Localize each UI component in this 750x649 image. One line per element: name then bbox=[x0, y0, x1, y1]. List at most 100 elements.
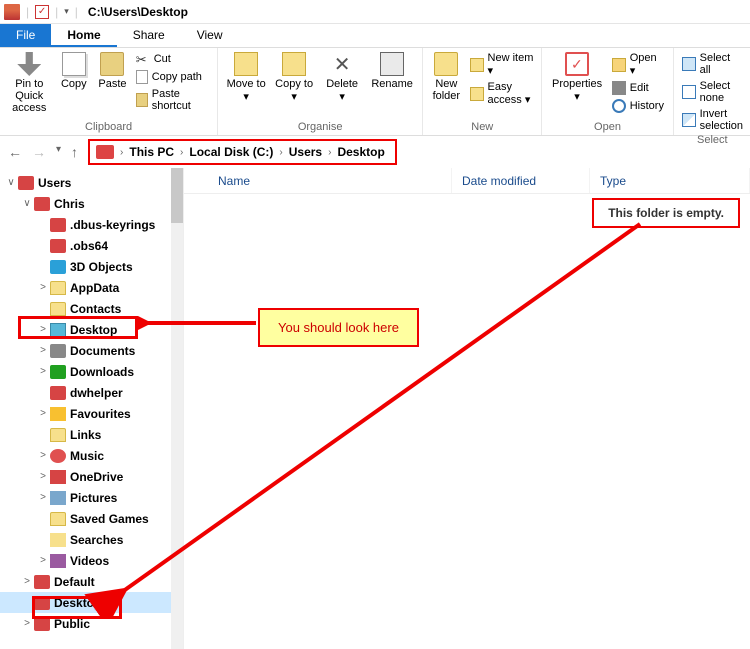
chevron-icon[interactable]: > bbox=[36, 471, 50, 482]
copy-to-button[interactable]: Copy to ▾ bbox=[274, 52, 314, 103]
new-item-label: New item ▾ bbox=[488, 52, 534, 77]
tree-item-label: OneDrive bbox=[70, 470, 123, 484]
tree-item[interactable]: >Downloads bbox=[0, 361, 171, 382]
new-item-button[interactable]: New item ▾ bbox=[470, 52, 534, 77]
tree-item[interactable]: > OneDrive bbox=[0, 466, 171, 487]
pin-to-quick-access-button[interactable]: Pin to Quick access bbox=[8, 52, 51, 114]
select-none-button[interactable]: Select none bbox=[682, 80, 743, 104]
tree-item[interactable]: Searches bbox=[0, 529, 171, 550]
tree-item[interactable]: >Videos bbox=[0, 550, 171, 571]
tree-item[interactable]: .dbus-keyrings bbox=[0, 214, 171, 235]
tree-item-label: .obs64 bbox=[70, 239, 108, 253]
tree-item[interactable]: Links bbox=[0, 424, 171, 445]
copy-label: Copy bbox=[61, 78, 87, 90]
easy-access-button[interactable]: Easy access ▾ bbox=[470, 81, 534, 106]
folder-icon bbox=[50, 491, 66, 505]
paste-shortcut-button[interactable]: Paste shortcut bbox=[136, 88, 209, 112]
tree-item[interactable]: 3D Objects bbox=[0, 256, 171, 277]
cut-label: Cut bbox=[154, 53, 171, 65]
scrollbar-track[interactable] bbox=[171, 168, 183, 649]
paste-button[interactable]: Paste bbox=[97, 52, 128, 90]
edit-button[interactable]: Edit bbox=[612, 81, 665, 95]
open-button[interactable]: Open ▾ bbox=[612, 52, 665, 77]
chevron-icon[interactable]: > bbox=[36, 450, 50, 461]
tree-item[interactable]: ∨Users bbox=[0, 172, 171, 193]
forward-button[interactable]: → bbox=[32, 144, 46, 160]
chevron-right-icon[interactable]: › bbox=[120, 147, 123, 158]
easy-access-icon bbox=[470, 87, 484, 101]
qat-dropdown-icon[interactable]: ▾ bbox=[64, 6, 69, 17]
tree-item[interactable]: >Desktop bbox=[0, 319, 171, 340]
tree-item[interactable]: >Pictures bbox=[0, 487, 171, 508]
tab-home[interactable]: Home bbox=[51, 24, 116, 47]
copy-path-button[interactable]: Copy path bbox=[136, 70, 209, 84]
rename-icon bbox=[380, 52, 404, 76]
cut-button[interactable]: ✂ Cut bbox=[136, 52, 209, 66]
tree-item[interactable]: >Favourites bbox=[0, 403, 171, 424]
tab-file[interactable]: File bbox=[0, 24, 51, 47]
chevron-right-icon[interactable]: › bbox=[180, 147, 183, 158]
chevron-icon[interactable]: > bbox=[36, 366, 50, 377]
chevron-icon[interactable]: > bbox=[36, 282, 50, 293]
crumb-desktop[interactable]: Desktop bbox=[337, 145, 384, 159]
open-icon bbox=[612, 58, 626, 72]
tree-item[interactable]: .obs64 bbox=[0, 235, 171, 256]
group-select: Select all Select none Invert selection … bbox=[674, 48, 750, 135]
rename-button[interactable]: Rename bbox=[370, 52, 414, 90]
properties-button[interactable]: Properties ▾ bbox=[550, 52, 603, 103]
folder-icon bbox=[50, 470, 66, 484]
folder-icon bbox=[34, 596, 50, 610]
crumb-users[interactable]: Users bbox=[289, 145, 322, 159]
tree-item[interactable]: dwhelper bbox=[0, 382, 171, 403]
column-name[interactable]: Name bbox=[184, 168, 452, 193]
tree-item[interactable]: > AppData bbox=[0, 277, 171, 298]
new-folder-button[interactable]: New folder bbox=[431, 52, 461, 102]
chevron-icon[interactable]: ∨ bbox=[20, 198, 34, 209]
qat-check-icon[interactable]: ✓ bbox=[35, 5, 49, 19]
tree-item[interactable]: >Public bbox=[0, 613, 171, 634]
tree-item[interactable]: Saved Games bbox=[0, 508, 171, 529]
delete-button[interactable]: ✕ Delete ▾ bbox=[322, 52, 362, 103]
folder-icon bbox=[50, 512, 66, 526]
tree-item[interactable]: >Default bbox=[0, 571, 171, 592]
chevron-icon[interactable]: > bbox=[20, 618, 34, 629]
recent-locations-button[interactable]: ▾ bbox=[56, 144, 61, 160]
chevron-icon[interactable]: ∨ bbox=[4, 177, 18, 188]
column-date-modified[interactable]: Date modified bbox=[452, 168, 590, 193]
chevron-icon[interactable]: > bbox=[36, 555, 50, 566]
tree-item-label: AppData bbox=[70, 281, 119, 295]
tree-item[interactable]: Contacts bbox=[0, 298, 171, 319]
chevron-icon[interactable]: > bbox=[20, 576, 34, 587]
tab-share[interactable]: Share bbox=[117, 24, 181, 47]
tree-item[interactable]: >Documents bbox=[0, 340, 171, 361]
move-to-button[interactable]: Move to ▾ bbox=[226, 52, 266, 103]
tree-item[interactable]: Desktop bbox=[0, 592, 171, 613]
address-bar[interactable]: › This PC › Local Disk (C:) › Users › De… bbox=[88, 139, 397, 165]
chevron-icon[interactable]: > bbox=[36, 324, 50, 335]
scrollbar-thumb[interactable] bbox=[171, 168, 183, 223]
up-button[interactable]: ↑ bbox=[71, 144, 78, 160]
content-pane: Name Date modified Type This folder is e… bbox=[184, 168, 750, 649]
open-label: Open ▾ bbox=[630, 52, 665, 77]
invert-selection-button[interactable]: Invert selection bbox=[682, 108, 743, 132]
copy-button[interactable]: Copy bbox=[59, 52, 90, 90]
folder-icon bbox=[50, 344, 66, 358]
crumb-local-disk[interactable]: Local Disk (C:) bbox=[189, 145, 273, 159]
chevron-icon[interactable]: > bbox=[36, 492, 50, 503]
crumb-this-pc[interactable]: This PC bbox=[129, 145, 174, 159]
invert-selection-label: Invert selection bbox=[700, 108, 743, 132]
delete-label: Delete ▾ bbox=[322, 78, 362, 103]
tab-view[interactable]: View bbox=[181, 24, 239, 47]
column-type[interactable]: Type bbox=[590, 168, 750, 193]
chevron-right-icon[interactable]: › bbox=[328, 147, 331, 158]
history-button[interactable]: History bbox=[612, 99, 665, 113]
chevron-icon[interactable]: > bbox=[36, 345, 50, 356]
tree-item[interactable]: >Music bbox=[0, 445, 171, 466]
tree-item[interactable]: ∨Chris bbox=[0, 193, 171, 214]
chevron-icon[interactable]: > bbox=[36, 408, 50, 419]
title-bar: | ✓ | ▾ | C:\Users\Desktop bbox=[0, 0, 750, 24]
chevron-right-icon[interactable]: › bbox=[279, 147, 282, 158]
select-all-button[interactable]: Select all bbox=[682, 52, 743, 76]
tree-item-label: Searches bbox=[70, 533, 123, 547]
back-button[interactable]: ← bbox=[8, 144, 22, 160]
